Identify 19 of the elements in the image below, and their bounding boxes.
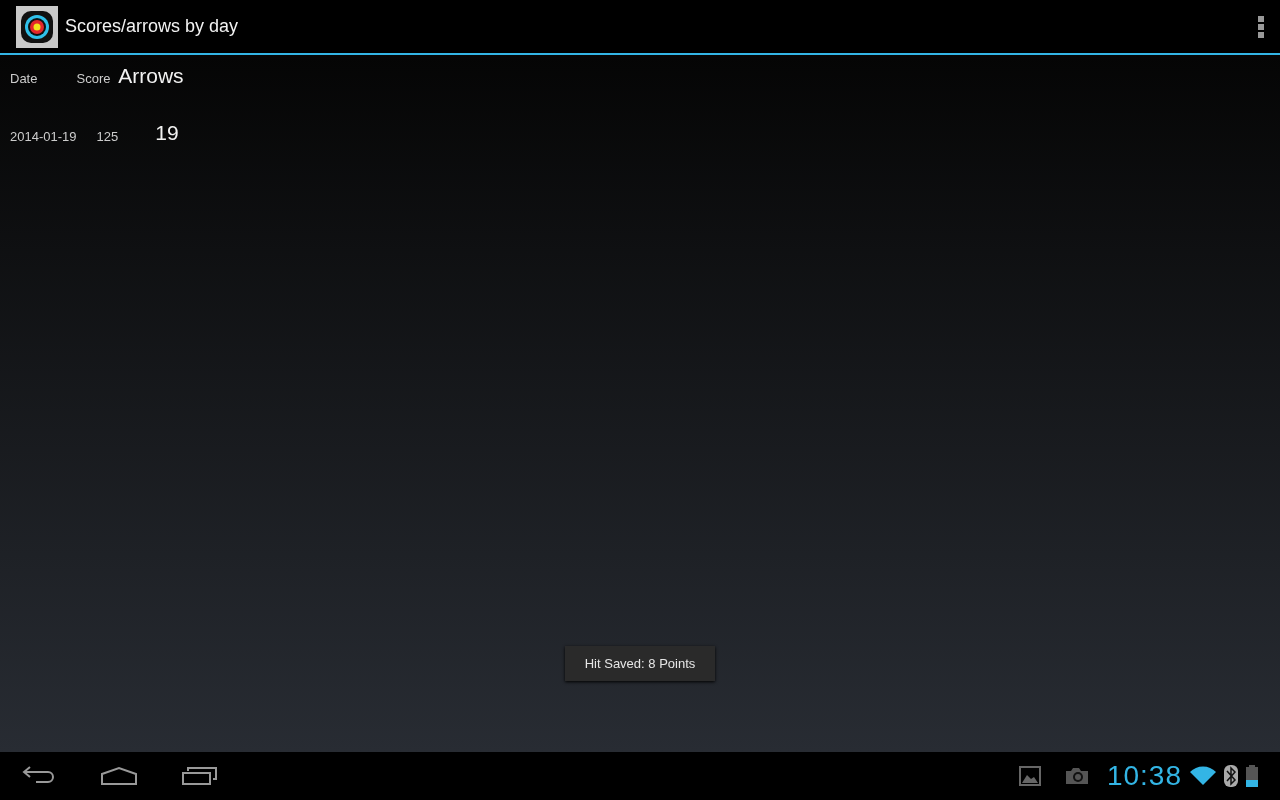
picture-icon[interactable] [1018, 766, 1041, 786]
camera-icon[interactable] [1064, 767, 1089, 785]
date-cell-text: 2014-01-19 [10, 127, 77, 146]
battery-icon [1246, 765, 1258, 787]
column-header: Date [10, 69, 39, 88]
overflow-menu-icon[interactable] [1258, 15, 1264, 38]
clock-time: 10:38 [1106, 760, 1182, 792]
target-app-icon[interactable] [16, 5, 58, 48]
action-bar-title: Scores/arrows by day [65, 16, 240, 37]
home-icon[interactable] [100, 766, 138, 786]
recent-apps-icon[interactable] [182, 766, 218, 786]
wifi-icon [1190, 766, 1216, 786]
arrows-cell-text: 19 [154, 120, 180, 146]
toast-message: Hit Saved: 8 Points [565, 646, 715, 681]
column-header: Score [76, 69, 112, 88]
score-cell-text: 125 [95, 127, 119, 146]
bluetooth-icon [1224, 765, 1238, 787]
column-header: Arrows [118, 63, 184, 89]
back-icon[interactable] [22, 766, 56, 784]
